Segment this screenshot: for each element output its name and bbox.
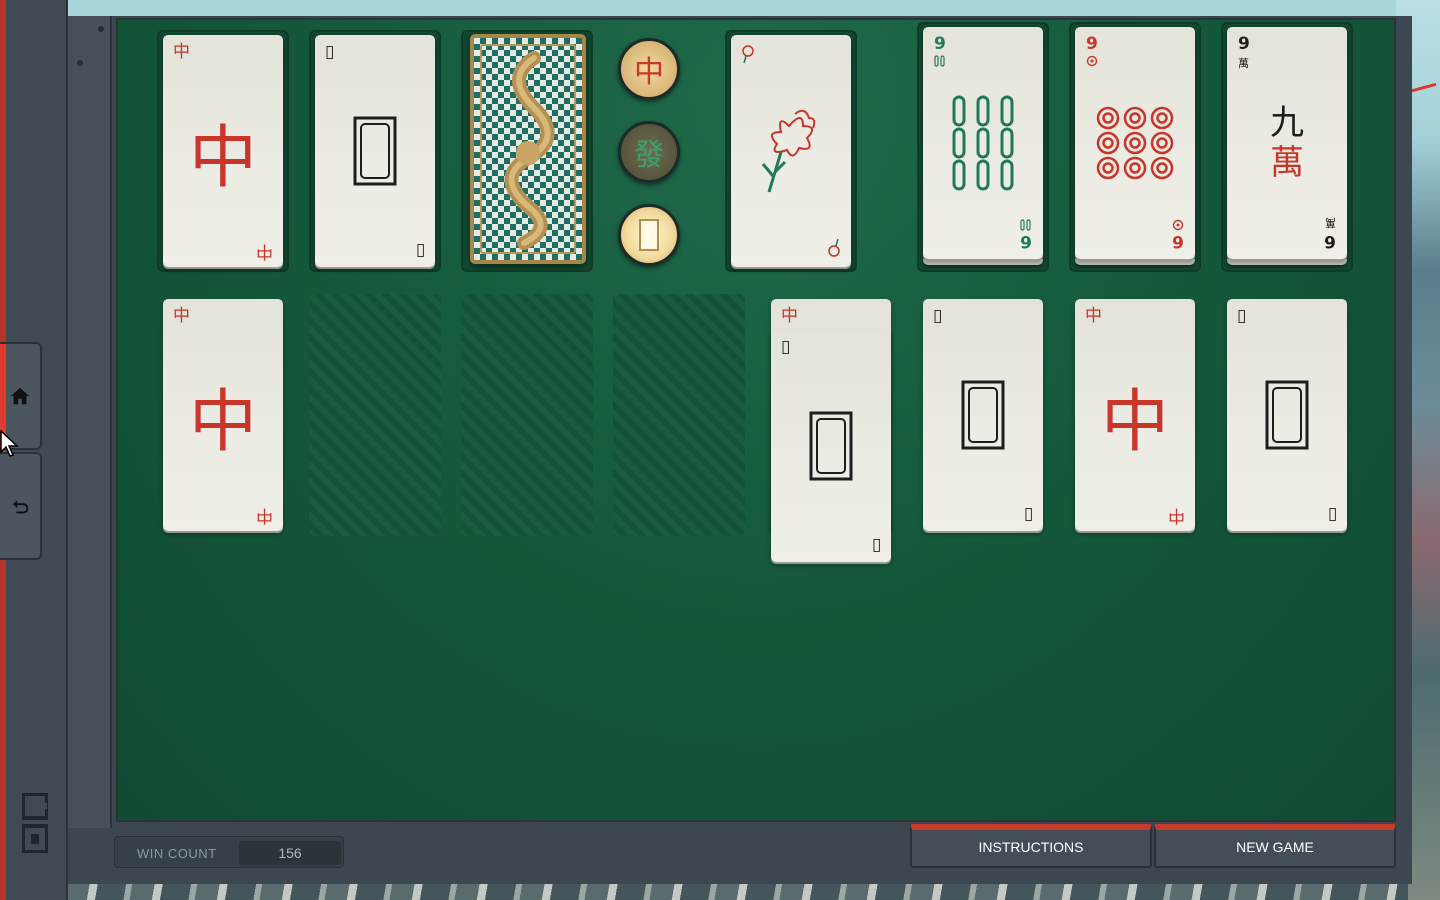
foundation-stack-edge (1227, 259, 1347, 265)
flower-icon (761, 109, 816, 193)
tile-card-flower[interactable] (731, 35, 851, 267)
tableau-card-white-dragon[interactable]: ▯ ▯ (771, 330, 891, 562)
card-rank-bottom: 6 (1020, 231, 1032, 251)
tile-card-circles-9[interactable]: 9 6 (1075, 27, 1195, 259)
card-corner-bottom: 中 (256, 241, 273, 261)
tableau-card-white-dragon[interactable]: ▯ ▯ (923, 299, 1043, 531)
green-dragon-glyph: 發 (634, 138, 664, 173)
card-corner-bottom: ▯ (871, 536, 881, 556)
card-corner-bottom: 中 (1168, 505, 1185, 525)
red-dragon-collect-button[interactable]: 中 (618, 38, 680, 100)
bamboo-suit-mini-icon (1020, 219, 1031, 231)
foundation-stack-edge (1075, 259, 1195, 265)
tableau-column-3-empty[interactable] (461, 294, 593, 536)
card-corner-bottom: ▯ (1327, 505, 1337, 525)
foundation-stack-edge (923, 259, 1043, 265)
white-dragon-frame-icon (1265, 380, 1309, 450)
red-dragon-glyph: 中 (634, 55, 664, 90)
win-count-panel: WIN COUNT 156 (114, 836, 344, 868)
circles-9-icon (1096, 106, 1174, 180)
tile-card-red-dragon[interactable]: 中 中 中 (163, 35, 283, 267)
red-dragon-glyph: 中 (1100, 382, 1169, 462)
red-dragon-glyph: 中 (188, 118, 257, 198)
new-game-button[interactable]: NEW GAME (1154, 824, 1396, 868)
flower-corner-icon (828, 238, 840, 257)
win-count-label: WIN COUNT (137, 846, 217, 861)
white-dragon-frame-icon (353, 116, 397, 186)
white-dragon-collect-button[interactable] (618, 204, 680, 266)
card-corner-top: 中 (781, 306, 798, 326)
white-dragon-frame-icon (809, 411, 853, 481)
win-count-value: 156 (239, 841, 341, 865)
tile-card-white-dragon[interactable]: ▯ ▯ (315, 35, 435, 267)
circle-suit-mini-icon (1172, 219, 1184, 231)
characters-suit-glyph: 萬 (1270, 143, 1304, 183)
red-dragon-glyph: 中 (188, 382, 257, 462)
card-rank-bottom: 6 (1172, 231, 1184, 251)
card-suit-mark-bottom: 萬 (1325, 216, 1336, 229)
characters-numeral-glyph: 九 (1270, 103, 1304, 143)
white-dragon-glyph-icon (639, 219, 659, 251)
tableau-card-white-dragon[interactable]: ▯ ▯ (1227, 299, 1347, 531)
tile-card-back[interactable] (470, 34, 586, 264)
undo-icon (12, 500, 29, 514)
tableau-card-red-dragon[interactable]: 中 中 中 (1075, 299, 1195, 531)
rivet (98, 26, 104, 32)
white-dragon-frame-icon (961, 380, 1005, 450)
bamboo-9-icon (952, 95, 1014, 191)
tableau-column-4-empty[interactable] (613, 294, 745, 536)
tile-card-bamboo-9[interactable]: 9 6 (923, 27, 1043, 259)
tile-card-characters-9[interactable]: 9 萬 九 萬 萬 6 (1227, 27, 1347, 259)
card-corner-bottom: ▯ (1023, 505, 1033, 525)
green-dragon-collect-button[interactable]: 發 (618, 121, 680, 183)
studio-logo-icon (22, 793, 48, 853)
undo-button[interactable] (0, 452, 42, 560)
dragon-back-icon (504, 51, 555, 250)
rivet (77, 60, 83, 66)
card-corner-bottom: ▯ (415, 241, 425, 261)
tableau-card-red-dragon[interactable]: 中 中 中 (163, 299, 283, 531)
card-rank-bottom: 6 (1324, 231, 1336, 251)
instructions-button[interactable]: INSTRUCTIONS (910, 824, 1152, 868)
tableau-column-2-empty[interactable] (309, 294, 441, 536)
home-icon (10, 387, 30, 405)
frame-left-rail (68, 16, 112, 828)
mouse-cursor-icon (0, 430, 19, 457)
card-corner-bottom: 中 (256, 505, 273, 525)
